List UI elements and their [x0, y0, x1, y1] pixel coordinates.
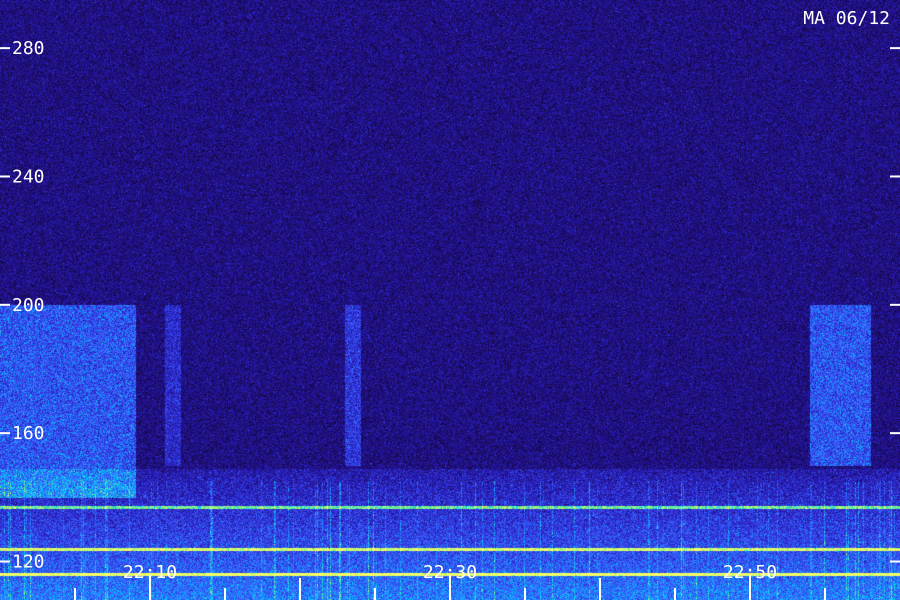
y-tick-label: 120: [12, 551, 45, 572]
chart-title: MA 06/12: [803, 8, 890, 29]
y-tick-label: 160: [12, 423, 45, 444]
x-axis-ticks: 22:10 22:30 22:50: [74, 562, 826, 600]
y-axis-ticks: 280 240 200 160 120: [0, 38, 900, 572]
y-tick-label: 200: [12, 295, 45, 316]
x-tick-label: 22:30: [423, 562, 477, 583]
y-tick-label: 240: [12, 166, 45, 187]
y-tick-label: 280: [12, 38, 45, 59]
x-tick-label: 22:10: [123, 562, 177, 583]
spectrogram-overlay: MA 06/12 280 240 200 160 120 22:10 22:30 22:50: [0, 8, 900, 600]
x-tick-label: 22:50: [723, 562, 777, 583]
